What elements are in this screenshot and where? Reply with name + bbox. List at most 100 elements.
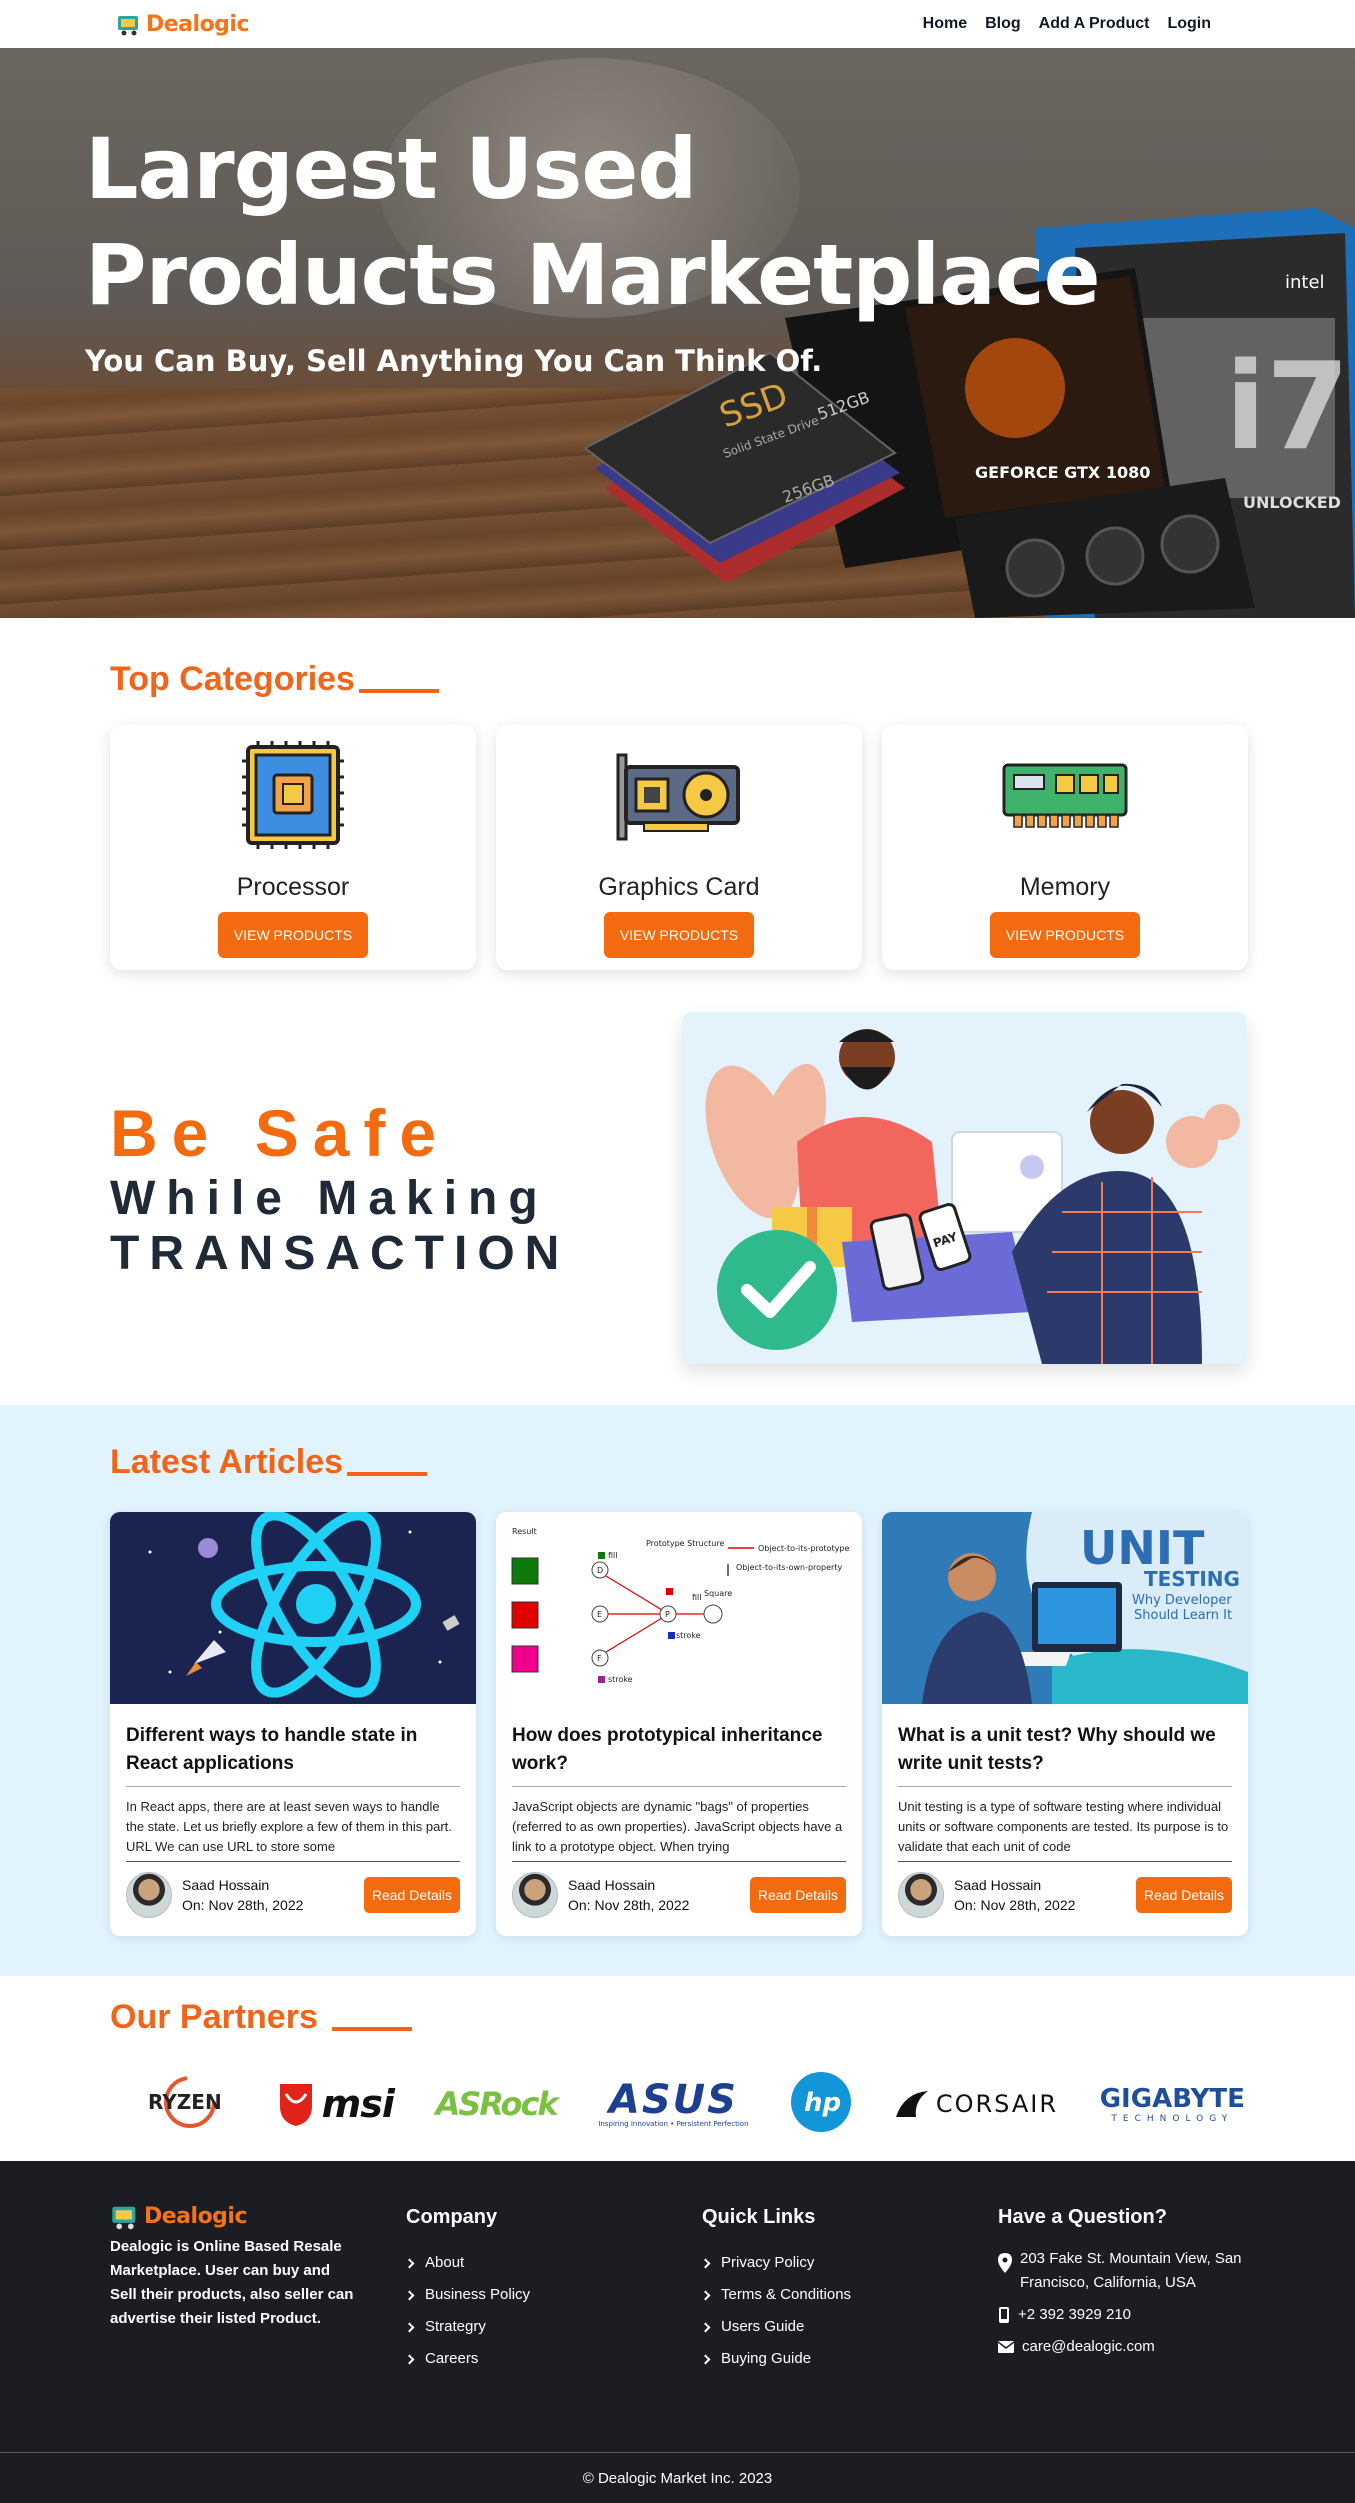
footer-link-users-guide[interactable]: Users Guide (700, 2311, 998, 2343)
svg-text:TESTING: TESTING (1144, 1567, 1240, 1591)
article-title[interactable]: Different ways to handle state in React … (126, 1722, 460, 1778)
footer-link-about[interactable]: About (404, 2247, 702, 2279)
footer-company-links: About Business Policy Strategry Careers (404, 2247, 702, 2375)
svg-text:GEFORCE GTX 1080: GEFORCE GTX 1080 (975, 463, 1150, 482)
partners-title: Our Partners (110, 1998, 318, 2036)
cpu-box-text: i7 (1225, 338, 1350, 477)
article-body: Different ways to handle state in React … (110, 1704, 476, 1936)
chevron-right-icon (404, 2322, 415, 2332)
chevron-right-icon (700, 2322, 711, 2332)
be-safe-section: Be Safe While Making TRANSACTION PAY (0, 1010, 1355, 1405)
graphics-card-icon (614, 735, 744, 855)
navbar: Dealogic Home Blog Add A Product Login (0, 0, 1355, 48)
categories-title: Top Categories (110, 660, 355, 698)
svg-text:fill: fill (608, 1551, 617, 1560)
partner-logo-asus: ASUS Inspiring Innovation • Persistent P… (598, 2077, 749, 2128)
section-title: Our Partners (110, 1998, 1245, 2037)
article-excerpt: JavaScript objects are dynamic "bags" of… (512, 1799, 843, 1854)
footer-brand-logo[interactable]: Dealogic (110, 2201, 406, 2231)
svg-text:Prototype Structure: Prototype Structure (646, 1539, 724, 1548)
article-title[interactable]: What is a unit test? Why should we write… (898, 1722, 1232, 1778)
footer-link-privacy-policy[interactable]: Privacy Policy (700, 2247, 998, 2279)
nav-links: Home Blog Add A Product Login (923, 15, 1211, 33)
svg-text:stroke: stroke (676, 1631, 701, 1640)
svg-text:Should Learn It: Should Learn It (1134, 1608, 1232, 1623)
footer-copyright: © Dealogic Market Inc. 2023 (0, 2452, 1355, 2503)
article-card: Different ways to handle state in React … (110, 1512, 476, 1936)
hero-banner: i7 UNLOCKED intel GEFORCE GTX 1080 SSD S… (0, 48, 1355, 618)
be-safe-text: Be Safe While Making TRANSACTION (110, 1095, 630, 1281)
author-info: Saad Hossain On: Nov 28th, 2022 (954, 1875, 1075, 1915)
article-meta: Saad Hossain On: Nov 28th, 2022 Read Det… (126, 1872, 460, 1918)
author-name: Saad Hossain (568, 1877, 656, 1893)
read-details-button[interactable]: Read Details (1135, 1877, 1232, 1913)
footer-quick-links: Privacy Policy Terms & Conditions Users … (700, 2247, 998, 2375)
footer-link-careers[interactable]: Careers (404, 2343, 702, 2375)
article-thumbnail-prototype-diagram: Result Prototype Structure Object-to-its… (496, 1512, 862, 1704)
svg-text:stroke: stroke (608, 1675, 633, 1684)
footer-heading: Company (406, 2206, 498, 2228)
footer-link-buying-guide[interactable]: Buying Guide (700, 2343, 998, 2375)
author: Saad Hossain On: Nov 28th, 2022 (126, 1872, 303, 1918)
article-card: UNIT TESTING Why Developer Should Learn … (882, 1512, 1248, 1936)
brand-name: Dealogic (146, 11, 250, 37)
memory-icon (1000, 735, 1130, 855)
article-body: What is a unit test? Why should we write… (882, 1704, 1248, 1936)
hero-subtitle: You Can Buy, Sell Anything You Can Think… (85, 344, 823, 378)
be-safe-heading: Be Safe (110, 1095, 451, 1170)
nav-blog[interactable]: Blog (985, 15, 1021, 33)
author: Saad Hossain On: Nov 28th, 2022 (512, 1872, 689, 1918)
svg-text:UNLOCKED: UNLOCKED (1243, 493, 1341, 512)
read-details-button[interactable]: Read Details (749, 1877, 846, 1913)
article-excerpt: In React apps, there are at least seven … (126, 1799, 452, 1854)
footer-link-terms[interactable]: Terms & Conditions (700, 2279, 998, 2311)
brand-logo[interactable]: Dealogic (116, 11, 250, 37)
author-name: Saad Hossain (954, 1877, 1042, 1893)
svg-text:P: P (665, 1610, 670, 1619)
view-products-button[interactable]: VIEW PRODUCTS (989, 912, 1141, 958)
svg-text:hp: hp (804, 2088, 841, 2118)
divider (512, 1786, 846, 1787)
partner-logo-hp: hp (790, 2071, 852, 2137)
chevron-right-icon (700, 2290, 711, 2300)
footer-link-strategy[interactable]: Strategry (404, 2311, 702, 2343)
post-date: On: Nov 28th, 2022 (182, 1897, 304, 1913)
article-body: How does prototypical inheritance work? … (496, 1704, 862, 1936)
title-underline (347, 1472, 428, 1476)
partner-logo-asrock: ASRock (435, 2085, 559, 2123)
footer-brand-name: Dealogic (144, 2203, 248, 2229)
footer-quick-links-column: Quick Links Privacy Policy Terms & Condi… (700, 2201, 998, 2375)
cart-logo-icon (118, 16, 138, 36)
contact-email[interactable]: care@dealogic.com (998, 2335, 1298, 2359)
view-products-button[interactable]: VIEW PRODUCTS (603, 912, 755, 958)
article-thumbnail-react (110, 1512, 476, 1704)
footer-contact-list: 203 Fake St. Mountain View, San Francisc… (998, 2247, 1298, 2359)
footer-link-business-policy[interactable]: Business Policy (404, 2279, 702, 2311)
nav-login[interactable]: Login (1167, 15, 1211, 33)
author-info: Saad Hossain On: Nov 28th, 2022 (182, 1875, 303, 1915)
nav-add-product[interactable]: Add A Product (1039, 15, 1150, 33)
partner-logo-corsair: CORSAIR (894, 2089, 1058, 2119)
footer-about-column: Dealogic Dealogic is Online Based Resale… (110, 2201, 406, 2375)
partner-logo-gigabyte: GIGABYTE TECHNOLOGY (1099, 2084, 1245, 2124)
partner-logo-ryzen: RYZEN (144, 2074, 234, 2134)
svg-text:Square: Square (704, 1589, 732, 1598)
categories-grid: Processor VIEW PRODUCTS Graphics Card VI… (110, 725, 1248, 970)
view-products-button[interactable]: VIEW PRODUCTS (217, 912, 369, 958)
checkmark-badge-icon (717, 1229, 837, 1350)
category-name: Graphics Card (598, 873, 760, 901)
hero-title: Largest Used Products Marketplace (85, 120, 1101, 324)
chevron-right-icon (404, 2258, 415, 2268)
phone-icon (999, 2307, 1009, 2323)
articles-title: Latest Articles (110, 1443, 344, 1481)
partners-section: Our Partners RYZEN msi ASRock ASUS Inspi… (0, 1976, 1355, 2161)
category-card-processor: Processor VIEW PRODUCTS (110, 725, 476, 970)
divider (898, 1861, 1232, 1862)
read-details-button[interactable]: Read Details (363, 1877, 460, 1913)
article-card: Result Prototype Structure Object-to-its… (496, 1512, 862, 1936)
contact-phone[interactable]: +2 392 3929 210 (998, 2303, 1298, 2327)
processor-icon (228, 735, 358, 855)
post-date: On: Nov 28th, 2022 (568, 1897, 690, 1913)
nav-home[interactable]: Home (923, 15, 967, 33)
article-title[interactable]: How does prototypical inheritance work? (512, 1722, 846, 1778)
